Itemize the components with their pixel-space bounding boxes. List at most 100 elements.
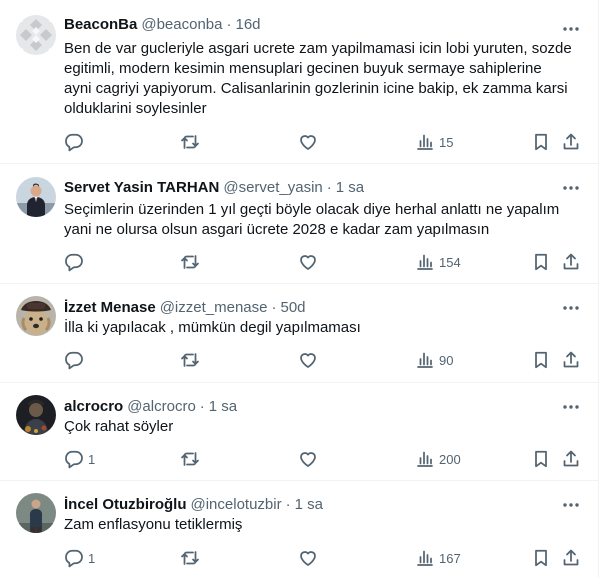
timestamp[interactable]: 16d bbox=[235, 16, 260, 33]
reply-button[interactable]: 1 bbox=[64, 449, 95, 469]
dark-artwork-avatar bbox=[16, 395, 56, 435]
reply-count: 1 bbox=[88, 550, 96, 566]
bookmark-icon bbox=[535, 549, 547, 567]
tweet-header: İncel Otuzbiroğlu @incelotuzbir · 1 sa bbox=[64, 495, 323, 515]
standing-figure-avatar bbox=[16, 493, 56, 533]
bookmark-button[interactable] bbox=[531, 548, 551, 568]
timestamp[interactable]: 1 sa bbox=[295, 496, 323, 513]
repost-button[interactable] bbox=[180, 548, 204, 568]
tweet[interactable]: İzzet Menase @izzet_menase · 50d İlla ki ya… bbox=[0, 284, 598, 383]
views-button[interactable]: 15 bbox=[415, 132, 453, 152]
user-handle[interactable]: @alcrocro bbox=[127, 398, 196, 415]
separator-dot: · bbox=[271, 299, 277, 316]
more-options-icon[interactable] bbox=[561, 397, 581, 417]
avatar[interactable] bbox=[16, 493, 56, 533]
timestamp[interactable]: 1 sa bbox=[336, 179, 364, 196]
avatar[interactable] bbox=[16, 15, 56, 55]
reply-icon bbox=[65, 253, 83, 272]
display-name[interactable]: İzzet Menase bbox=[64, 299, 156, 316]
tweet-text-line: olduklarini soylesinler bbox=[64, 100, 207, 117]
repost-button[interactable] bbox=[180, 449, 204, 469]
avatar[interactable] bbox=[16, 395, 56, 435]
bookmark-icon bbox=[535, 351, 547, 369]
views-button[interactable]: 154 bbox=[415, 252, 461, 272]
bookmark-button[interactable] bbox=[531, 252, 551, 272]
views-chart-icon bbox=[417, 134, 433, 150]
views-button[interactable]: 90 bbox=[415, 350, 453, 370]
separator-dot: · bbox=[226, 16, 232, 33]
bookmark-icon bbox=[535, 450, 547, 468]
heart-icon bbox=[300, 135, 316, 150]
display-name[interactable]: alcrocro bbox=[64, 398, 123, 415]
bookmark-button[interactable] bbox=[531, 449, 551, 469]
reply-button[interactable] bbox=[64, 132, 88, 152]
tweet-header: Servet Yasin TARHAN @servet_yasin · 1 sa bbox=[64, 178, 364, 198]
share-button[interactable] bbox=[561, 252, 581, 272]
separator-dot: · bbox=[326, 179, 332, 196]
tweet[interactable]: Servet Yasin TARHAN @servet_yasin · 1 sa Se… bbox=[0, 164, 598, 284]
avatar[interactable] bbox=[16, 296, 56, 336]
share-icon bbox=[563, 253, 579, 270]
repost-icon bbox=[181, 255, 199, 269]
user-handle[interactable]: @beaconba bbox=[141, 16, 222, 33]
tweet-text-line: Çok rahat söyler bbox=[64, 418, 174, 435]
tweet-text-line: egitimli, modern kesimin mensuplari geci… bbox=[64, 60, 542, 77]
share-button[interactable] bbox=[561, 548, 581, 568]
more-options-icon[interactable] bbox=[561, 495, 581, 515]
tweet-text-line: yani ne olursa olsun asgari ücrete 2028 … bbox=[64, 221, 490, 238]
like-button[interactable] bbox=[298, 548, 322, 568]
display-name[interactable]: BeaconBa bbox=[64, 16, 137, 33]
timestamp[interactable]: 50d bbox=[280, 299, 305, 316]
bookmark-button[interactable] bbox=[531, 350, 551, 370]
reply-button[interactable] bbox=[64, 252, 88, 272]
views-button[interactable]: 200 bbox=[415, 449, 461, 469]
reply-icon bbox=[65, 450, 83, 469]
share-button[interactable] bbox=[561, 132, 581, 152]
like-button[interactable] bbox=[298, 449, 322, 469]
views-chart-icon bbox=[417, 451, 433, 467]
tweet[interactable]: alcrocro @alcrocro · 1 sa Çok rahat söyler … bbox=[0, 383, 598, 481]
reply-icon bbox=[65, 549, 83, 568]
repost-button[interactable] bbox=[180, 350, 204, 370]
repost-button[interactable] bbox=[180, 132, 204, 152]
tweet-text-line: İlla ki yapılacak , mümkün degil yapılma… bbox=[64, 319, 361, 336]
tweet-header: alcrocro @alcrocro · 1 sa bbox=[64, 397, 237, 417]
reply-icon bbox=[65, 351, 83, 370]
like-button[interactable] bbox=[298, 132, 322, 152]
repost-icon bbox=[181, 135, 199, 149]
like-button[interactable] bbox=[298, 350, 322, 370]
share-button[interactable] bbox=[561, 350, 581, 370]
views-chart-icon bbox=[417, 352, 433, 368]
more-options-icon[interactable] bbox=[561, 298, 581, 318]
timestamp[interactable]: 1 sa bbox=[209, 398, 237, 415]
tweet-text-line: Zam enflasyonu tetiklermiş bbox=[64, 516, 243, 533]
bookmark-button[interactable] bbox=[531, 132, 551, 152]
reply-button[interactable]: 1 bbox=[64, 548, 95, 568]
view-count: 167 bbox=[439, 550, 461, 566]
share-button[interactable] bbox=[561, 449, 581, 469]
heart-icon bbox=[300, 255, 316, 270]
user-handle[interactable]: @izzet_menase bbox=[160, 299, 268, 316]
user-handle[interactable]: @servet_yasin bbox=[223, 179, 322, 196]
tweet-text-line: Seçimlerin üzerinden 1 yıl geçti böyle o… bbox=[64, 201, 560, 218]
avatar[interactable] bbox=[16, 177, 56, 217]
repost-button[interactable] bbox=[180, 252, 204, 272]
tweet[interactable]: BeaconBa @beaconba · 16d Ben de var gucleri… bbox=[0, 0, 598, 164]
tweet-actions: 15 bbox=[64, 132, 588, 152]
tweet-text: Ben de var gucleriyle asgari ucrete zam … bbox=[64, 39, 584, 119]
display-name[interactable]: İncel Otuzbiroğlu bbox=[64, 496, 187, 513]
tweet-actions: 90 bbox=[64, 350, 588, 370]
tweet-text: Seçimlerin üzerinden 1 yıl geçti böyle o… bbox=[64, 200, 584, 240]
more-options-icon[interactable] bbox=[561, 178, 581, 198]
views-button[interactable]: 167 bbox=[415, 548, 461, 568]
more-options-icon[interactable] bbox=[561, 19, 581, 39]
display-name[interactable]: Servet Yasin TARHAN bbox=[64, 179, 219, 196]
share-icon bbox=[563, 450, 579, 467]
like-button[interactable] bbox=[298, 252, 322, 272]
tweet-header: BeaconBa @beaconba · 16d bbox=[64, 15, 261, 35]
views-chart-icon bbox=[417, 254, 433, 270]
tweet[interactable]: İncel Otuzbiroğlu @incelotuzbir · 1 sa Zam … bbox=[0, 481, 598, 578]
view-count: 15 bbox=[439, 134, 454, 150]
user-handle[interactable]: @incelotuzbir bbox=[191, 496, 282, 513]
reply-button[interactable] bbox=[64, 350, 88, 370]
